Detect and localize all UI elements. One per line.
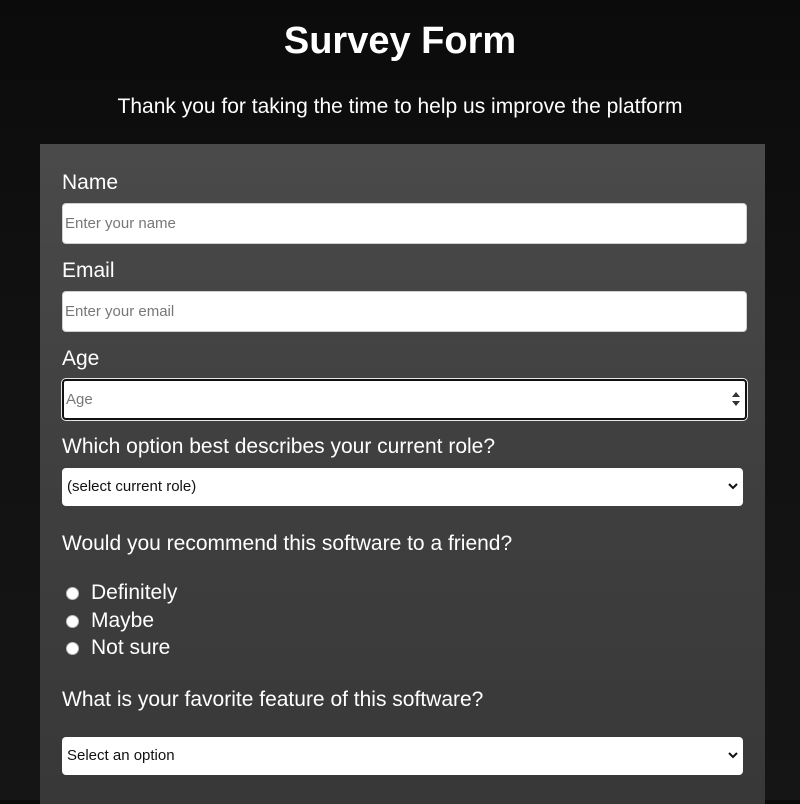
favorite-feature-select-value: Select an option	[67, 747, 175, 764]
name-input[interactable]	[62, 203, 747, 244]
page-description: Thank you for taking the time to help us…	[117, 95, 683, 118]
radio-option-maybe[interactable]: Maybe	[66, 608, 154, 634]
spinner-arrows-icon[interactable]	[731, 390, 741, 408]
email-input[interactable]	[62, 291, 747, 332]
radio-button[interactable]	[66, 614, 79, 628]
name-label: Name	[62, 171, 119, 194]
email-label: Email	[62, 259, 115, 282]
age-field	[62, 379, 747, 420]
recommend-label: Would you recommend this software to a f…	[62, 532, 513, 555]
favorite-feature-label: What is your favorite feature of this so…	[62, 688, 484, 711]
survey-form: Name Email Age Which option best describ…	[40, 144, 765, 804]
age-label: Age	[62, 347, 100, 370]
radio-option-definitely[interactable]: Definitely	[66, 580, 177, 606]
age-input[interactable]	[62, 379, 747, 420]
radio-label: Not sure	[91, 636, 171, 659]
chevron-down-icon	[728, 752, 738, 759]
radio-option-not-sure[interactable]: Not sure	[66, 635, 170, 661]
chevron-down-icon	[728, 483, 738, 490]
radio-label: Definitely	[91, 581, 178, 604]
role-select-value: (select current role)	[67, 478, 197, 495]
favorite-feature-select[interactable]: Select an option	[62, 737, 743, 775]
role-select[interactable]: (select current role)	[62, 468, 743, 506]
radio-label: Maybe	[91, 609, 155, 632]
role-label: Which option best describes your current…	[62, 435, 496, 458]
radio-button[interactable]	[66, 641, 79, 655]
radio-button[interactable]	[66, 586, 79, 600]
page-title: Survey Form	[283, 20, 517, 62]
